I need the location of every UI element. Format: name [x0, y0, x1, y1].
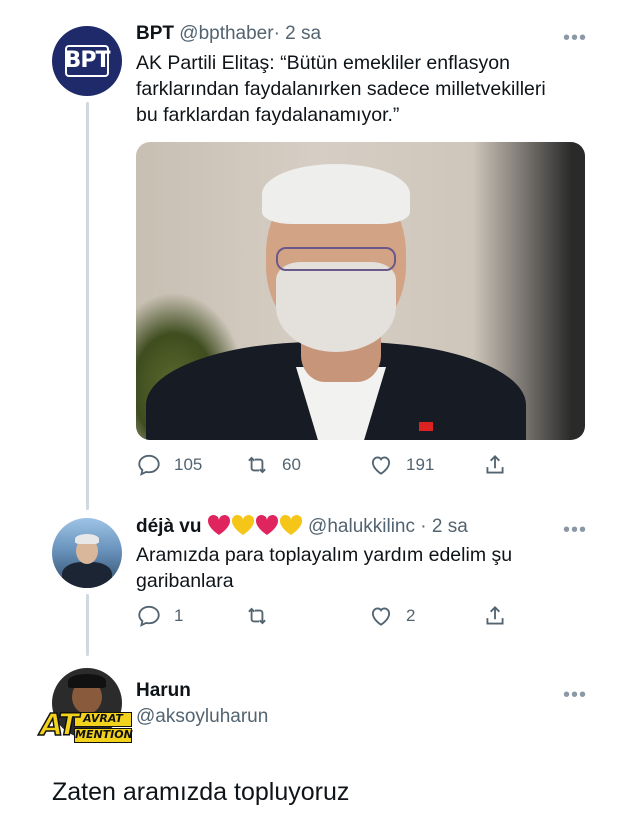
share-icon [486, 455, 504, 474]
photo-hair [262, 164, 410, 224]
retweet-count: 60 [282, 455, 301, 474]
like-icon [371, 456, 391, 475]
reply-count: 105 [174, 455, 203, 474]
retweet-button[interactable] [244, 603, 282, 629]
timestamp[interactable]: · 2 sa [274, 23, 322, 44]
display-name[interactable]: BPT [136, 23, 174, 44]
tweet-header: déjà vu @halukkilinc · 2 sa [136, 514, 468, 539]
tweet-text-line: bu farklardan faydalanamıyor.” [136, 104, 400, 126]
heart-red-icon [207, 514, 230, 535]
retweet-icon [248, 456, 266, 474]
user-handle[interactable]: @bpthaber [179, 23, 273, 44]
tweet-text-line: garibanlara [136, 570, 234, 592]
watermark-badge: AVRAT MENTION AT [39, 704, 134, 744]
retweet-icon [248, 607, 266, 625]
tweet-text-line: AK Partili Elitaş: “Bütün emekliler enfl… [136, 52, 510, 74]
share-button[interactable] [482, 452, 508, 478]
tweet-photo[interactable] [136, 142, 585, 440]
tweet-header: BPT @bpthaber· 2 sa [136, 22, 321, 46]
avatar-suit [62, 562, 112, 588]
tweet-header: Harun [136, 679, 191, 703]
like-count: 2 [406, 606, 416, 625]
avatar-cap [68, 674, 106, 688]
badge-bottom-text: MENTION [74, 728, 133, 743]
reply-count: 1 [174, 606, 184, 625]
user-handle[interactable]: @halukkilinc [308, 516, 415, 537]
heart-red-icon [255, 514, 278, 535]
reply-icon [138, 605, 160, 627]
tweet-text: Zaten aramızda topluyoruz [52, 778, 350, 806]
share-icon [486, 606, 504, 625]
badge-top-text: AVRAT [74, 712, 132, 727]
like-button[interactable]: 2 [368, 603, 415, 629]
name-emojis [207, 514, 308, 537]
share-button[interactable] [482, 603, 508, 629]
reply-button[interactable]: 1 [136, 603, 183, 629]
like-count: 191 [406, 455, 435, 474]
tweet-actions: 105 60 191 [136, 452, 516, 480]
more-icon[interactable]: ••• [563, 685, 587, 705]
display-name[interactable]: déjà vu [136, 516, 201, 537]
heart-yellow-icon [231, 514, 254, 535]
tweet-text-line: farklarından faydalanırken sadece millet… [136, 78, 546, 100]
tweet-text: Aramızda para toplayalım yardım edelim ş… [136, 542, 512, 594]
timestamp[interactable]: · 2 sa [420, 516, 468, 537]
badge-main-text: AT [39, 707, 79, 744]
retweet-button[interactable]: 60 [244, 452, 301, 478]
more-icon[interactable]: ••• [563, 520, 587, 540]
tweet-header-handle: @aksoyluharun [136, 705, 268, 729]
photo-beard [276, 262, 396, 352]
like-button[interactable]: 191 [368, 452, 434, 478]
photo-flag-pin [419, 422, 433, 431]
avatar-logo-text: BPT [64, 48, 111, 73]
tweet-actions: 1 2 [136, 603, 516, 631]
avatar[interactable]: BPT [52, 26, 122, 96]
tweet-text: AK Partili Elitaş: “Bütün emekliler enfl… [136, 50, 546, 128]
photo-glasses [276, 247, 396, 271]
avatar-hair [75, 534, 99, 544]
tweet-text-line: Aramızda para toplayalım yardım edelim ş… [136, 544, 513, 566]
like-icon [371, 607, 391, 626]
more-icon[interactable]: ••• [563, 28, 587, 48]
display-name[interactable]: Harun [136, 680, 191, 701]
reply-button[interactable]: 105 [136, 452, 202, 478]
avatar[interactable] [52, 518, 122, 588]
heart-yellow-icon [279, 514, 302, 535]
reply-icon [138, 454, 160, 476]
user-handle[interactable]: @aksoyluharun [136, 706, 268, 727]
thread-connector [86, 102, 89, 510]
thread-connector [86, 594, 89, 656]
